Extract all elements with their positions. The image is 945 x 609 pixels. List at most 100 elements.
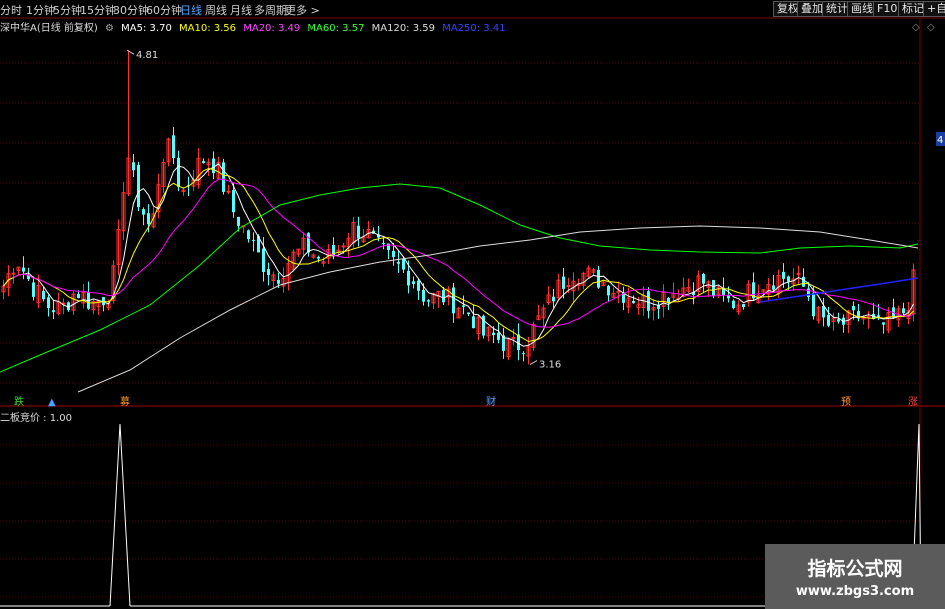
up-candle xyxy=(591,267,596,276)
kline-chart[interactable]: 4.81 3.16 4 ◇ ◇ 跌 ▲ 募 财 预 涨 xyxy=(0,0,945,609)
down-candle xyxy=(502,327,505,359)
down-candle xyxy=(132,154,135,177)
up-candle xyxy=(456,306,461,319)
up-candle xyxy=(661,284,666,318)
up-candle xyxy=(271,271,276,288)
up-candle xyxy=(586,265,591,279)
down-candle xyxy=(212,151,215,180)
event-marker: ▲ xyxy=(48,397,56,408)
down-candle xyxy=(622,286,625,311)
down-candle xyxy=(467,312,470,317)
up-candle xyxy=(291,249,296,271)
up-candle xyxy=(546,286,551,305)
down-candle xyxy=(742,303,745,310)
ma10-label: MA10: 3.56 xyxy=(179,23,237,34)
down-candle xyxy=(47,294,50,317)
down-candle xyxy=(397,250,400,273)
up-candle xyxy=(56,292,61,316)
up-candle xyxy=(346,233,351,257)
down-candle xyxy=(892,298,895,319)
up-candle xyxy=(156,173,161,219)
down-candle xyxy=(522,351,525,362)
up-candle xyxy=(166,137,171,167)
up-candle xyxy=(1,279,6,300)
watermark-url: www.zbgs3.com xyxy=(795,584,915,599)
chart-grid xyxy=(0,17,945,609)
down-candle xyxy=(857,303,860,322)
up-candle xyxy=(866,311,871,329)
candlestick-series xyxy=(1,50,916,365)
up-candle xyxy=(486,326,491,342)
ma5-line xyxy=(3,163,914,347)
up-candle xyxy=(766,278,771,302)
down-candle xyxy=(802,268,805,287)
ma-legend: 深中华A(日线 前复权) ⚙ MA5: 3.70 MA10: 3.56 MA20… xyxy=(0,19,510,34)
up-candle xyxy=(91,298,96,315)
down-candle xyxy=(32,276,35,301)
down-candle xyxy=(632,295,635,304)
ma60-label: MA60: 3.57 xyxy=(307,23,365,34)
up-candle xyxy=(696,270,701,298)
event-marker: 募 xyxy=(120,395,130,408)
ma120-label: MA120: 3.59 xyxy=(371,23,435,34)
down-candle xyxy=(472,304,475,329)
up-candle xyxy=(181,188,186,196)
right-price-tag-label: 4 xyxy=(937,135,943,146)
up-candle xyxy=(736,300,741,315)
event-marker: 预 xyxy=(841,396,851,408)
up-candle xyxy=(116,219,121,276)
down-candle xyxy=(87,281,90,310)
up-candle xyxy=(616,281,621,304)
up-candle xyxy=(121,181,126,240)
down-candle xyxy=(517,323,520,361)
down-candle xyxy=(102,296,105,312)
up-candle xyxy=(71,291,76,315)
up-candle xyxy=(536,304,541,321)
up-candle xyxy=(686,278,691,293)
up-candle xyxy=(161,158,166,193)
settings-gear-icon[interactable]: ⚙ xyxy=(105,23,114,34)
down-candle xyxy=(732,299,735,310)
down-candle xyxy=(417,278,420,300)
stock-title: 深中华A(日线 前复权) xyxy=(0,23,98,34)
down-candle xyxy=(412,276,415,289)
up-candle xyxy=(816,306,821,324)
down-candle xyxy=(882,322,885,334)
down-candle xyxy=(202,158,205,164)
up-candle xyxy=(556,273,561,302)
down-candle xyxy=(482,314,485,339)
up-candle xyxy=(911,263,916,322)
ma120-line xyxy=(77,225,919,393)
down-candle xyxy=(357,216,360,247)
up-candle xyxy=(436,290,441,308)
event-marker: 财 xyxy=(486,395,496,408)
indicator-spike xyxy=(109,423,131,607)
up-candle xyxy=(326,244,331,265)
down-candle xyxy=(452,282,455,323)
ma5-label: MA5: 3.70 xyxy=(121,23,172,34)
up-candle xyxy=(671,282,676,301)
down-candle xyxy=(142,207,145,226)
up-candle xyxy=(16,266,21,275)
down-candle xyxy=(222,158,225,195)
down-candle xyxy=(772,274,775,292)
down-candle xyxy=(607,284,610,303)
zoom-diamond-icon: ◇ xyxy=(927,22,935,33)
up-candle xyxy=(651,299,656,321)
low-marker-arrow xyxy=(529,360,538,365)
down-candle xyxy=(702,272,705,293)
down-candle xyxy=(22,256,25,280)
up-candle xyxy=(476,314,481,341)
up-candle xyxy=(301,232,306,256)
watermark-logo: 指标公式网 www.zbgs3.com xyxy=(765,544,945,609)
up-candle xyxy=(581,271,586,290)
up-candle xyxy=(796,265,801,285)
up-candle xyxy=(11,268,16,284)
watermark-title: 指标公式网 xyxy=(807,558,903,580)
up-candle xyxy=(831,312,836,331)
up-candle xyxy=(611,287,616,299)
indicator-title: 二板竞价 : 1.00 xyxy=(0,413,72,424)
down-candle xyxy=(252,232,255,252)
down-candle xyxy=(842,314,845,333)
up-candle xyxy=(336,244,341,256)
